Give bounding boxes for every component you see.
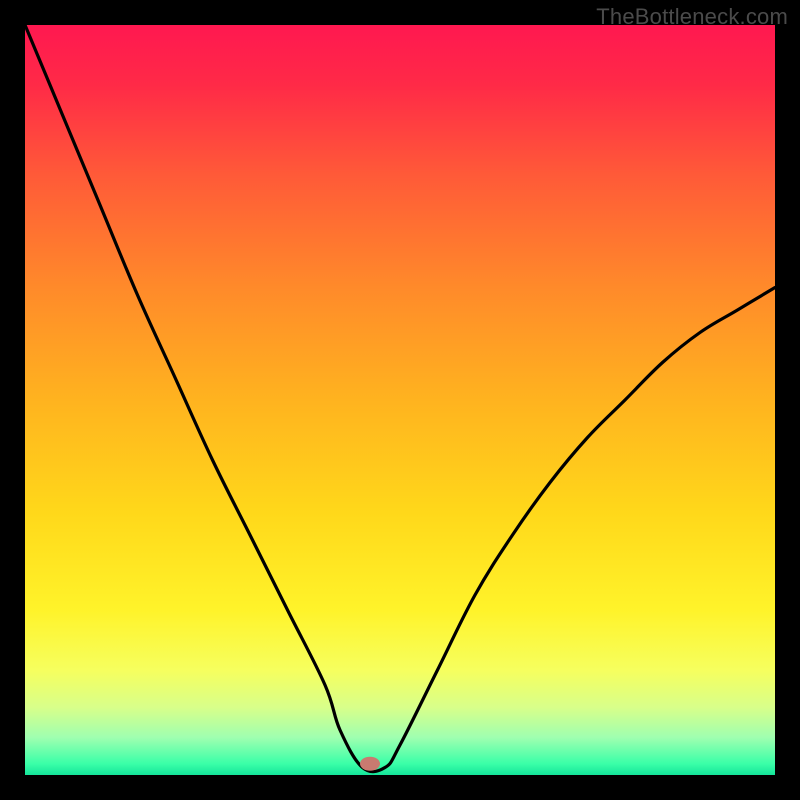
plot-area [25, 25, 775, 775]
optimal-point-marker [360, 757, 380, 771]
gradient-background [25, 25, 775, 775]
bottleneck-chart [25, 25, 775, 775]
chart-frame: TheBottleneck.com [0, 0, 800, 800]
watermark-text: TheBottleneck.com [596, 4, 788, 30]
